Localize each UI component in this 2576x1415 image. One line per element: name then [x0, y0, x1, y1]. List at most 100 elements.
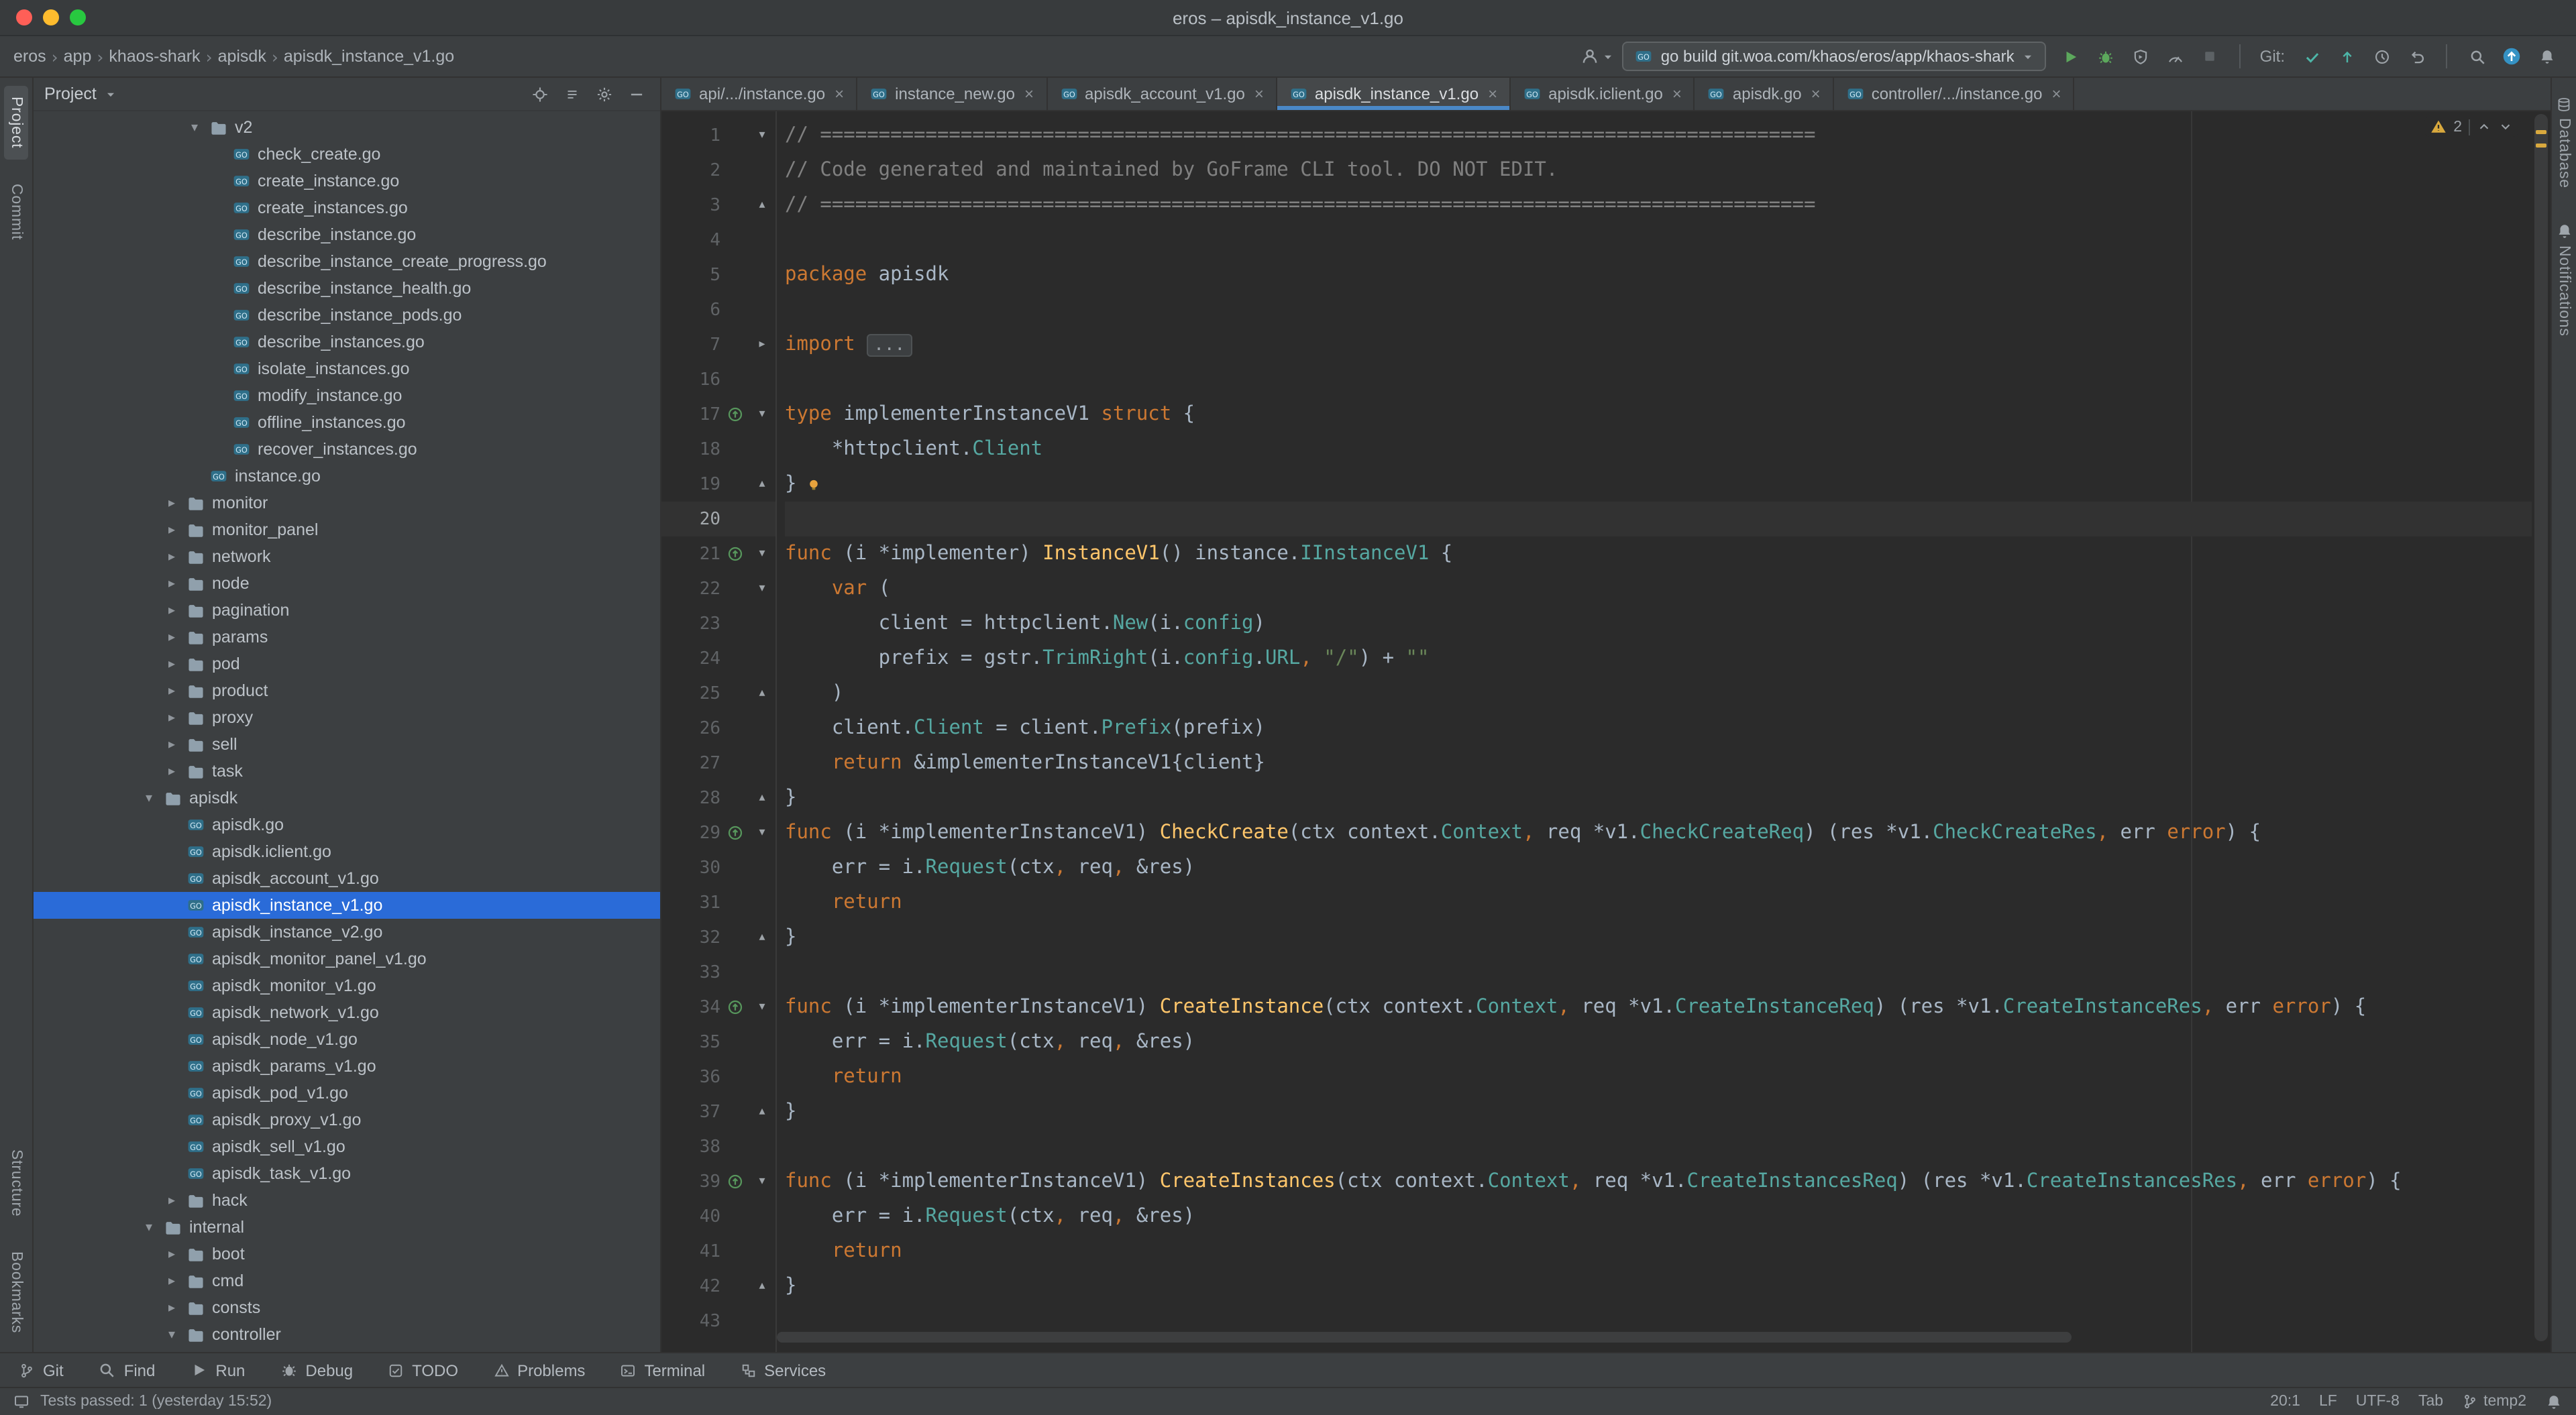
- minimize-button[interactable]: [43, 9, 59, 25]
- tree-item[interactable]: GO describe_instances.go: [34, 329, 660, 355]
- tree-item[interactable]: GO instance.go: [34, 463, 660, 490]
- line-number[interactable]: 33: [661, 962, 720, 982]
- monitor-icon[interactable]: [13, 1394, 30, 1410]
- tool-window-button-todo[interactable]: TODO: [388, 1361, 458, 1379]
- scrollbar-thumb[interactable]: [2534, 114, 2548, 1341]
- line-number[interactable]: 39: [661, 1172, 720, 1192]
- line-number[interactable]: 2: [661, 160, 720, 180]
- tree-item[interactable]: ▸ hack: [34, 1187, 660, 1214]
- tree-item[interactable]: GO apisdk.go: [34, 811, 660, 838]
- code-line[interactable]: [785, 292, 2532, 327]
- line-number[interactable]: 28: [661, 788, 720, 808]
- editor-code[interactable]: // =====================================…: [777, 111, 2532, 1352]
- gutter-line[interactable]: 36: [661, 1060, 775, 1094]
- breadcrumb-item[interactable]: apisdk ›: [218, 46, 278, 66]
- line-separator[interactable]: LF: [2319, 1394, 2337, 1410]
- fold-marker-icon[interactable]: ▴: [750, 1105, 774, 1119]
- line-number[interactable]: 7: [661, 335, 720, 355]
- search-everywhere-button[interactable]: [2461, 40, 2493, 72]
- fold-marker-icon[interactable]: ▴: [750, 199, 774, 212]
- tree-item[interactable]: GO describe_instance_health.go: [34, 275, 660, 302]
- editor-tab[interactable]: GO api/.../instance.go ×: [661, 78, 857, 110]
- implements-icon[interactable]: [720, 1174, 750, 1190]
- rollback-button[interactable]: [2400, 40, 2432, 72]
- code-line[interactable]: return: [785, 1234, 2532, 1269]
- fold-marker-icon[interactable]: ▾: [750, 1001, 774, 1014]
- tree-item[interactable]: ▸ product: [34, 677, 660, 704]
- editor-tab[interactable]: GO apisdk.go ×: [1695, 78, 1834, 110]
- implements-icon[interactable]: [720, 406, 750, 422]
- line-number[interactable]: 40: [661, 1206, 720, 1227]
- breadcrumb-item[interactable]: eros ›: [13, 46, 58, 66]
- previous-problem-icon[interactable]: [2477, 119, 2491, 134]
- tool-window-button-debug[interactable]: Debug: [280, 1361, 353, 1379]
- line-number[interactable]: 20: [661, 509, 720, 529]
- tool-window-button-git[interactable]: Git: [19, 1361, 64, 1379]
- tree-item[interactable]: ▾ v2: [34, 114, 660, 141]
- gutter-line[interactable]: 35: [661, 1025, 775, 1060]
- code-line[interactable]: client.Client = client.Prefix(prefix): [785, 711, 2532, 746]
- tree-item[interactable]: ▸ monitor_panel: [34, 516, 660, 543]
- stripe-button-bookmarks[interactable]: Bookmarks: [4, 1241, 28, 1344]
- gutter-line[interactable]: 16: [661, 362, 775, 397]
- gutter-line[interactable]: 28▴: [661, 781, 775, 815]
- tree-item[interactable]: GO apisdk_instance_v2.go: [34, 919, 660, 946]
- fold-marker-icon[interactable]: ▴: [750, 477, 774, 491]
- chevron-icon[interactable]: ▾: [138, 791, 160, 805]
- tree-item[interactable]: GO apisdk_params_v1.go: [34, 1053, 660, 1080]
- stop-button[interactable]: [2194, 40, 2226, 72]
- tree-item[interactable]: GO apisdk_monitor_v1.go: [34, 972, 660, 999]
- inspections-widget[interactable]: 2: [2424, 117, 2518, 137]
- gutter-line[interactable]: 22▾: [661, 571, 775, 606]
- fold-marker-icon[interactable]: ▾: [750, 582, 774, 596]
- chevron-icon[interactable]: ▾: [184, 120, 205, 135]
- code-line[interactable]: return: [785, 1060, 2532, 1094]
- code-line[interactable]: err = i.Request(ctx, req, &res): [785, 850, 2532, 885]
- tree-item[interactable]: GO apisdk_node_v1.go: [34, 1026, 660, 1053]
- caret-position[interactable]: 20:1: [2270, 1394, 2300, 1410]
- tree-item[interactable]: GO apisdk_proxy_v1.go: [34, 1107, 660, 1133]
- line-number[interactable]: 16: [661, 370, 720, 390]
- gutter-line[interactable]: 39▾: [661, 1164, 775, 1199]
- tool-window-button-services[interactable]: Services: [740, 1361, 826, 1379]
- tree-item[interactable]: ▸ consts: [34, 1294, 660, 1321]
- gutter-line[interactable]: 4: [661, 223, 775, 258]
- tree-item[interactable]: GO describe_instance_pods.go: [34, 302, 660, 329]
- stripe-button-notifications[interactable]: Notifications: [2551, 213, 2576, 348]
- status-message[interactable]: Tests passed: 1 (yesterday 15:52): [40, 1394, 272, 1410]
- chevron-icon[interactable]: ▸: [161, 576, 182, 591]
- editor-tab[interactable]: GO apisdk_instance_v1.go ×: [1277, 78, 1511, 110]
- tree-item[interactable]: GO create_instances.go: [34, 194, 660, 221]
- line-number[interactable]: 27: [661, 753, 720, 773]
- code-line[interactable]: import ...: [785, 327, 2532, 362]
- chevron-icon[interactable]: ▸: [161, 764, 182, 779]
- gutter-line[interactable]: 21▾: [661, 536, 775, 571]
- tab-close-icon[interactable]: ×: [1811, 84, 1821, 103]
- implements-icon[interactable]: [720, 999, 750, 1015]
- gutter-line[interactable]: 42▴: [661, 1269, 775, 1304]
- gutter-line[interactable]: 34▾: [661, 990, 775, 1025]
- chevron-icon[interactable]: ▸: [161, 522, 182, 537]
- gutter-line[interactable]: 33: [661, 955, 775, 990]
- gutter-line[interactable]: 38: [661, 1129, 775, 1164]
- code-line[interactable]: [785, 362, 2532, 397]
- push-button[interactable]: [2330, 40, 2363, 72]
- code-line[interactable]: ): [785, 676, 2532, 711]
- code-line[interactable]: client = httpclient.New(i.config): [785, 606, 2532, 641]
- tree-item[interactable]: GO recover_instances.go: [34, 436, 660, 463]
- line-number[interactable]: 38: [661, 1137, 720, 1157]
- tree-item[interactable]: ▸ pod: [34, 650, 660, 677]
- code-line[interactable]: }: [785, 781, 2532, 815]
- code-line[interactable]: type implementerInstanceV1 struct {: [785, 397, 2532, 432]
- project-panel-title[interactable]: Project: [44, 84, 97, 103]
- line-number[interactable]: 4: [661, 230, 720, 250]
- tree-item[interactable]: ▾ internal: [34, 1214, 660, 1241]
- breadcrumb-item[interactable]: khaos-shark ›: [109, 46, 212, 66]
- tab-close-icon[interactable]: ×: [1254, 84, 1264, 103]
- chevron-icon[interactable]: ▸: [161, 710, 182, 725]
- tab-close-icon[interactable]: ×: [1672, 84, 1682, 103]
- line-number[interactable]: 43: [661, 1311, 720, 1331]
- code-line[interactable]: err = i.Request(ctx, req, &res): [785, 1199, 2532, 1234]
- chevron-icon[interactable]: ▾: [138, 1220, 160, 1235]
- line-number[interactable]: 29: [661, 823, 720, 843]
